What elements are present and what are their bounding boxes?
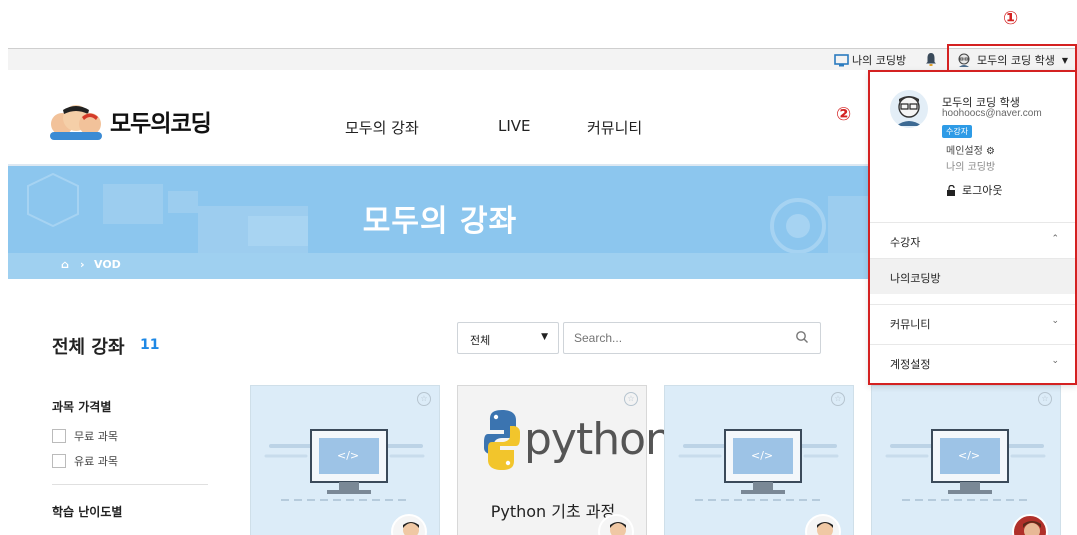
chevron-up-icon: ⌃	[1051, 234, 1059, 244]
code-monitor-illustration	[885, 429, 1046, 501]
favorite-star-icon[interactable]: ☆	[831, 392, 845, 406]
course-card[interactable]: ☆ </>	[250, 385, 440, 535]
free-course-label: 무료 과목	[74, 430, 118, 443]
nav-community[interactable]: 커뮤니티	[587, 117, 642, 138]
python-wordmark: python	[524, 414, 673, 465]
main-settings-link[interactable]: 메인설정 ⚙	[946, 142, 995, 157]
course-card-python[interactable]: ☆ python Python 기초 과정	[457, 385, 673, 535]
code-glyph: </>	[337, 449, 360, 462]
course-list-title: 전체 강좌	[52, 337, 125, 358]
search-icon[interactable]	[795, 330, 809, 344]
top-utility-bar: 나의 코딩방 모두의 코딩 학생 ▼	[8, 48, 1077, 70]
category-select-value: 전체	[470, 334, 491, 347]
instructor-avatar	[1012, 514, 1048, 535]
logo-mascots-icon	[50, 105, 102, 140]
annotation-marker-1: ①	[1003, 8, 1019, 29]
python-logo-icon	[484, 410, 520, 470]
free-course-checkbox[interactable]	[52, 429, 66, 443]
my-coding-room-label: 나의 코딩방	[852, 54, 907, 67]
logout-button[interactable]: 로그아웃	[946, 182, 1002, 198]
unlock-icon	[947, 184, 955, 196]
code-monitor-illustration	[264, 429, 425, 501]
breadcrumb-current: VOD	[94, 258, 121, 271]
user-avatar	[890, 90, 928, 128]
notification-bell[interactable]	[925, 52, 937, 66]
user-dropdown-menu: 모두의 코딩 학생 hoohoocs@naver.com 수강자 메인설정 ⚙ …	[868, 70, 1077, 385]
menu-section-label: 커뮤니티	[890, 318, 931, 331]
chevron-down-icon: ⌄	[1051, 356, 1059, 366]
monitor-icon	[834, 53, 849, 66]
free-course-filter[interactable]: 무료 과목	[52, 428, 118, 444]
paid-course-filter[interactable]: 유료 과목	[52, 453, 118, 469]
price-filter-heading: 과목 가격별	[52, 400, 112, 414]
logout-label: 로그아웃	[962, 184, 1003, 197]
favorite-star-icon[interactable]: ☆	[417, 392, 431, 406]
menu-section-community[interactable]: 커뮤니티 ⌄	[870, 304, 1075, 340]
paid-course-checkbox[interactable]	[52, 454, 66, 468]
menu-section-account-settings[interactable]: 계정설정 ⌄	[870, 344, 1075, 380]
level-filter-heading: 학습 난이도별	[52, 505, 123, 519]
bell-icon	[926, 53, 936, 66]
breadcrumb-separator: ›	[80, 258, 85, 271]
my-coding-room-menu-link[interactable]: 나의 코딩방	[946, 158, 995, 173]
logo-text: 모두의코딩	[110, 111, 212, 137]
annotation-marker-2: ②	[836, 104, 852, 125]
menu-section-label: 수강자	[890, 236, 921, 249]
page-banner: 모두의 강좌 ⌂ › VOD	[8, 166, 872, 279]
course-card[interactable]: ☆ </>	[664, 385, 854, 535]
main-settings-label: 메인설정	[946, 146, 983, 157]
paid-course-label: 유료 과목	[74, 455, 118, 468]
menu-section-student[interactable]: 수강자 ⌃	[870, 222, 1075, 258]
code-glyph: </>	[751, 449, 774, 462]
instructor-avatar	[391, 514, 427, 535]
user-email: hoohoocs@naver.com	[942, 108, 1042, 119]
caret-down-icon: ▼	[541, 332, 548, 342]
code-monitor-illustration	[678, 429, 839, 501]
annotation-highlight-box	[947, 44, 1077, 72]
instructor-avatar	[805, 514, 841, 535]
course-count: 11	[140, 337, 160, 353]
home-icon[interactable]: ⌂	[61, 258, 69, 271]
menu-item-label: 나의코딩방	[890, 272, 941, 285]
gear-icon: ⚙	[986, 146, 995, 157]
menu-section-label: 계정설정	[890, 358, 931, 371]
category-select[interactable]: 전체 ▼	[457, 322, 559, 354]
role-badge: 수강자	[942, 125, 973, 138]
nav-courses[interactable]: 모두의 강좌	[345, 117, 419, 138]
code-glyph: </>	[958, 449, 981, 462]
course-card[interactable]: ☆ </>	[871, 385, 1061, 535]
chevron-down-icon: ⌄	[1051, 316, 1059, 326]
nav-live[interactable]: LIVE	[498, 117, 531, 135]
site-logo[interactable]: 모두의코딩	[50, 102, 212, 140]
filter-divider	[52, 484, 208, 485]
search-input[interactable]	[563, 322, 821, 354]
my-coding-room-link[interactable]: 나의 코딩방	[834, 52, 906, 68]
banner-title: 모두의 강좌	[362, 204, 518, 239]
breadcrumb: ⌂ › VOD	[8, 253, 872, 279]
menu-item-my-coding-room[interactable]: 나의코딩방	[870, 258, 1075, 294]
favorite-star-icon[interactable]: ☆	[1038, 392, 1052, 406]
favorite-star-icon[interactable]: ☆	[624, 392, 638, 406]
